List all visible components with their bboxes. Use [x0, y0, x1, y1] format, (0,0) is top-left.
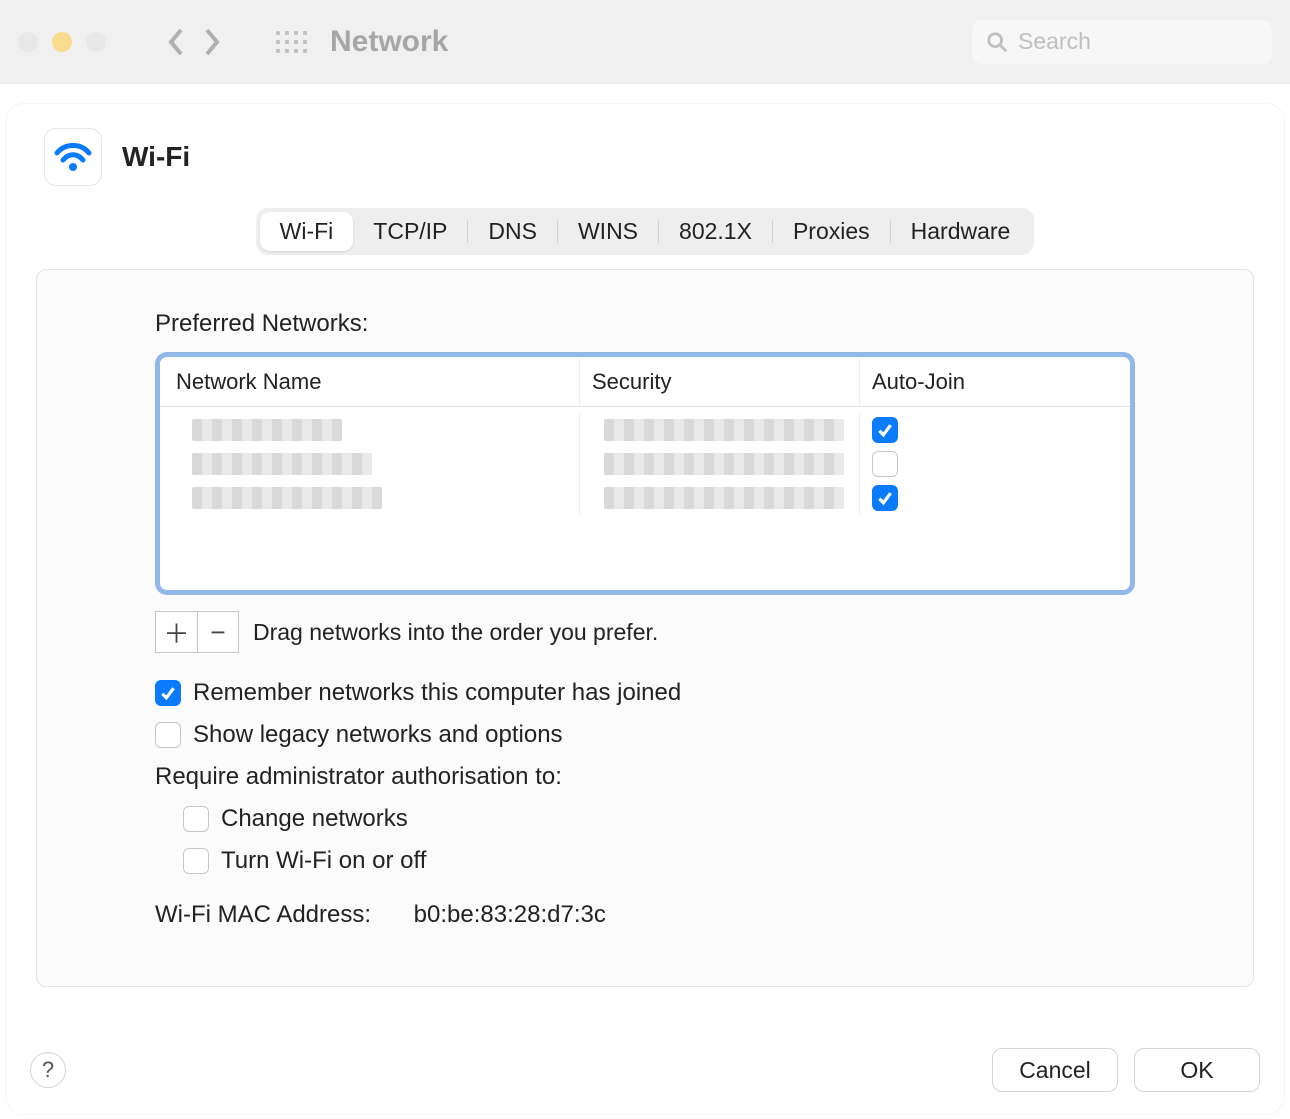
wifi-icon	[44, 128, 102, 186]
security-redacted	[604, 419, 844, 441]
table-row[interactable]	[160, 447, 1130, 481]
tab-proxies[interactable]: Proxies	[773, 212, 890, 251]
security-redacted	[604, 453, 844, 475]
wifi-panel: Preferred Networks: Network Name Securit…	[36, 269, 1254, 987]
table-row[interactable]	[160, 413, 1130, 447]
preferred-networks-label: Preferred Networks:	[155, 310, 1135, 338]
back-button[interactable]	[166, 27, 186, 57]
drag-hint: Drag networks into the order you prefer.	[253, 619, 658, 646]
zoom-window-button[interactable]	[86, 32, 106, 52]
close-window-button[interactable]	[18, 32, 38, 52]
sheet-title: Wi-Fi	[122, 141, 190, 173]
minimize-window-button[interactable]	[52, 32, 72, 52]
show-all-icon[interactable]	[274, 25, 308, 59]
search-icon	[986, 31, 1008, 53]
cancel-button[interactable]: Cancel	[992, 1048, 1118, 1092]
sheet-footer: ? Cancel OK	[30, 1048, 1260, 1092]
tab-8021x[interactable]: 802.1X	[659, 212, 772, 251]
mac-address-row: Wi-Fi MAC Address: b0:be:83:28:d7:3c	[155, 901, 1135, 929]
ok-button[interactable]: OK	[1134, 1048, 1260, 1092]
add-network-button[interactable]: ＋	[155, 611, 197, 653]
tab-tcpip[interactable]: TCP/IP	[353, 212, 467, 251]
tab-hardware[interactable]: Hardware	[891, 212, 1031, 251]
window-controls	[18, 32, 106, 52]
toolbar: Network Search	[0, 0, 1290, 84]
col-auto-join[interactable]: Auto-Join	[872, 369, 965, 395]
remember-networks-label: Remember networks this computer has join…	[193, 679, 681, 707]
preferred-networks-table[interactable]: Network Name Security Auto-Join	[155, 352, 1135, 595]
toggle-wifi-label: Turn Wi-Fi on or off	[221, 847, 426, 875]
autojoin-checkbox[interactable]	[872, 417, 898, 443]
tab-wins[interactable]: WINS	[558, 212, 658, 251]
search-field[interactable]: Search	[972, 20, 1272, 64]
change-networks-label: Change networks	[221, 805, 408, 833]
show-legacy-label: Show legacy networks and options	[193, 721, 563, 749]
col-security[interactable]: Security	[592, 369, 671, 395]
toggle-wifi-checkbox[interactable]	[183, 848, 209, 874]
security-redacted	[604, 487, 844, 509]
remember-networks-checkbox[interactable]	[155, 680, 181, 706]
require-admin-label: Require administrator authorisation to:	[155, 763, 1135, 791]
table-header: Network Name Security Auto-Join	[160, 357, 1130, 407]
col-network-name[interactable]: Network Name	[176, 369, 321, 395]
tab-bar: Wi-Fi TCP/IP DNS WINS 802.1X Proxies Har…	[256, 208, 1035, 255]
show-legacy-checkbox[interactable]	[155, 722, 181, 748]
mac-label: Wi-Fi MAC Address:	[155, 901, 407, 929]
network-name-redacted	[192, 453, 372, 475]
help-button[interactable]: ?	[30, 1052, 66, 1088]
table-row[interactable]	[160, 481, 1130, 515]
change-networks-checkbox[interactable]	[183, 806, 209, 832]
window-title: Network	[330, 25, 448, 59]
autojoin-checkbox[interactable]	[872, 485, 898, 511]
tab-wifi[interactable]: Wi-Fi	[260, 212, 354, 251]
mac-value: b0:be:83:28:d7:3c	[414, 901, 606, 928]
wifi-advanced-sheet: Wi-Fi Wi-Fi TCP/IP DNS WINS 802.1X Proxi…	[6, 104, 1284, 1114]
tab-dns[interactable]: DNS	[468, 212, 557, 251]
remove-network-button[interactable]: −	[197, 611, 239, 653]
network-name-redacted	[192, 487, 382, 509]
autojoin-checkbox[interactable]	[872, 451, 898, 477]
forward-button[interactable]	[202, 27, 222, 57]
network-name-redacted	[192, 419, 342, 441]
search-placeholder: Search	[1018, 28, 1091, 55]
